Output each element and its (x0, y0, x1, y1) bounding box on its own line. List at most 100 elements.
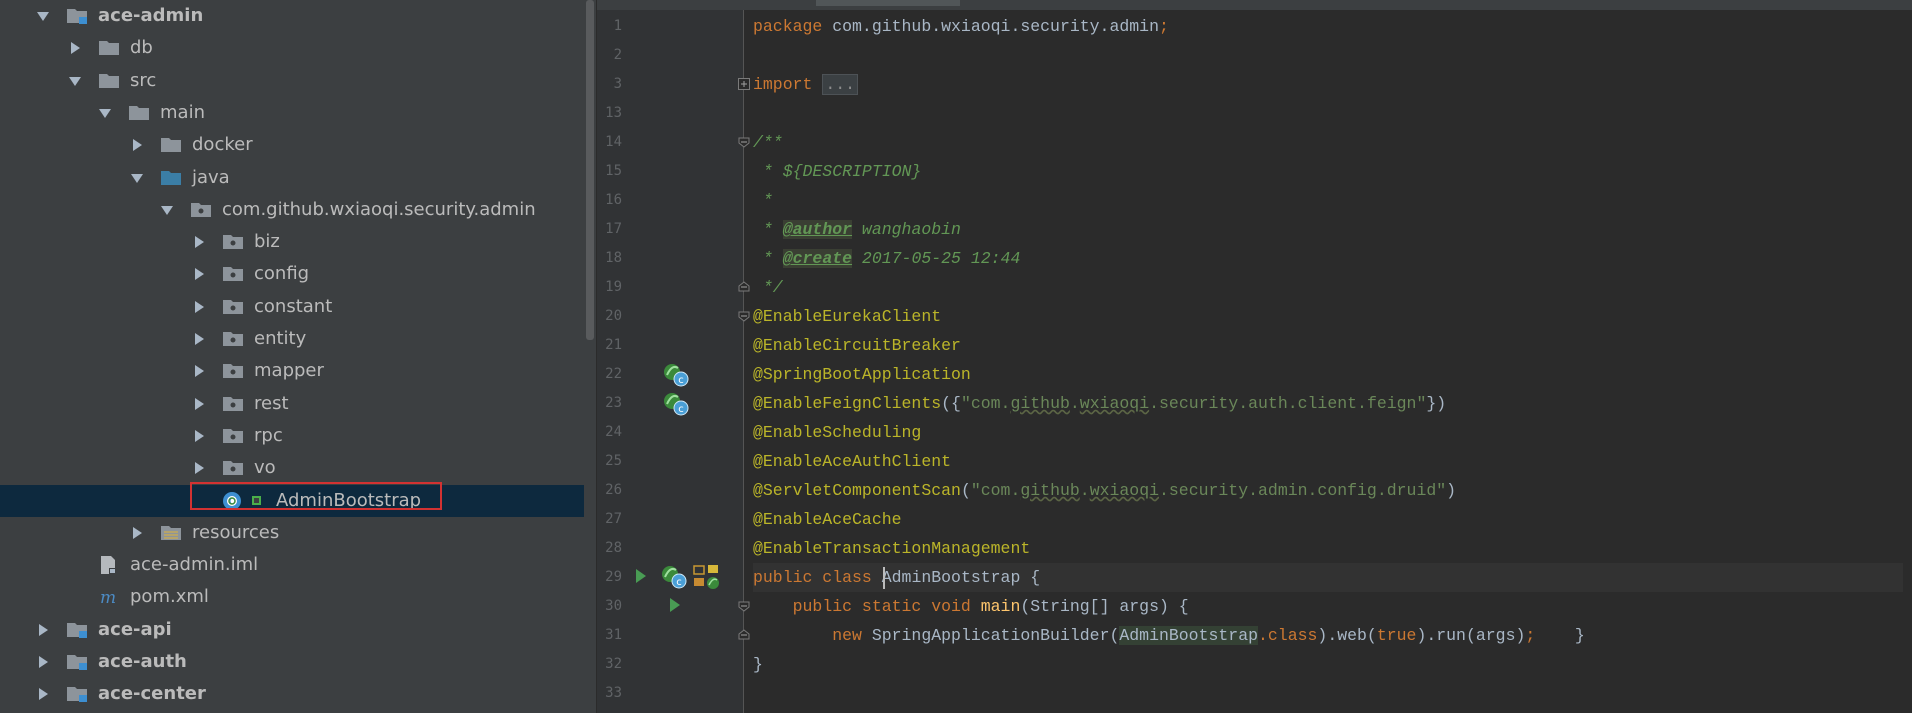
fold-expand-icon[interactable] (738, 78, 750, 90)
code-line-19[interactable]: */ (753, 273, 783, 302)
import-fold-placeholder[interactable]: ... (822, 74, 859, 95)
expand-arrow-right-icon[interactable] (192, 461, 206, 475)
code-line-23[interactable]: @EnableFeignClients({"com.github.wxiaoqi… (753, 389, 1446, 418)
expand-arrow-right-icon[interactable] (68, 41, 82, 55)
code-line-3[interactable]: import ... (753, 70, 859, 99)
tree-item-com-github-wxiaoqi-security-admin[interactable]: com.github.wxiaoqi.security.admin (0, 194, 584, 226)
tree-scrollbar-thumb[interactable] (586, 0, 594, 340)
code-line-21[interactable]: @EnableCircuitBreaker (753, 331, 961, 360)
fold-end-icon[interactable] (738, 281, 750, 293)
expand-arrow-down-icon[interactable] (36, 9, 50, 23)
expand-arrow-right-icon[interactable] (192, 267, 206, 281)
tree-item-main[interactable]: main (0, 97, 584, 129)
code-line-17[interactable]: * @author wanghaobin (753, 215, 961, 244)
semicolon: ; (1525, 626, 1536, 645)
tree-item-resources[interactable]: resources (0, 517, 584, 549)
expand-arrow-right-icon[interactable] (192, 364, 206, 378)
doc-comment-open: /** (753, 133, 783, 152)
tree-item-label: resources (192, 521, 280, 543)
tree-item-biz[interactable]: biz (0, 226, 584, 258)
line-number: 23 (605, 395, 622, 411)
expand-arrow-right-icon[interactable] (36, 655, 50, 669)
code-line-25[interactable]: @EnableAceAuthClient (753, 447, 951, 476)
line-number: 26 (605, 482, 622, 498)
code-line-32[interactable]: } (753, 650, 763, 679)
spring-bean-icon[interactable]: c (662, 362, 690, 388)
package-icon (222, 361, 246, 381)
code-line-26[interactable]: @ServletComponentScan("com.github.wxiaoq… (753, 476, 1456, 505)
fold-end-icon[interactable] (738, 629, 750, 641)
expand-arrow-right-icon[interactable] (130, 526, 144, 540)
expand-arrow-right-icon[interactable] (36, 687, 50, 701)
tree-item-label: ace-api (98, 618, 172, 640)
tree-scrollbar[interactable] (584, 0, 596, 713)
tree-item-ace-admin[interactable]: ace-admin (0, 0, 584, 32)
code-line-31[interactable]: new SpringApplicationBuilder(AdminBootst… (753, 621, 1585, 650)
annotation-enable-circuit-breaker: @EnableCircuitBreaker (753, 336, 961, 355)
code-line-24[interactable]: @EnableScheduling (753, 418, 921, 447)
string-part-typo: github (1020, 481, 1080, 500)
tree-item-ace-center[interactable]: ace-center (0, 678, 584, 710)
expand-arrow-right-icon[interactable] (192, 429, 206, 443)
tree-item-src[interactable]: src (0, 65, 584, 97)
tree-item-java[interactable]: java (0, 162, 584, 194)
code-line-28[interactable]: @EnableTransactionManagement (753, 534, 1030, 563)
code-line-29[interactable]: public class AdminBootstrap { (753, 563, 1903, 592)
tree-item-rpc[interactable]: rpc (0, 420, 584, 452)
tree-item-rest[interactable]: rest (0, 388, 584, 420)
tree-item-mapper[interactable]: mapper (0, 355, 584, 387)
line-number: 32 (605, 656, 622, 672)
tree-item-db[interactable]: db (0, 32, 584, 64)
code-line-15[interactable]: * ${DESCRIPTION} (753, 157, 921, 186)
line-number: 1 (613, 18, 622, 34)
svg-text:c: c (678, 404, 684, 415)
doc-author-value: wanghaobin (852, 220, 961, 239)
code-line-14[interactable]: /** (753, 128, 783, 157)
annotation-enable-scheduling: @EnableScheduling (753, 423, 922, 442)
highlight-box (190, 482, 442, 510)
expand-arrow-right-icon[interactable] (192, 300, 206, 314)
expand-arrow-right-icon[interactable] (192, 332, 206, 346)
project-tree: ace-admin db src main docker java com.github.w… (0, 0, 584, 713)
tree-item-ace-auth[interactable]: ace-auth (0, 646, 584, 678)
package-name: com.github.wxiaoqi.security.admin (822, 17, 1159, 36)
code-line-20[interactable]: @EnableEurekaClient (753, 302, 941, 331)
active-editor-tab[interactable] (816, 0, 960, 6)
tree-item-entity[interactable]: entity (0, 323, 584, 355)
code-line-16[interactable]: * (753, 186, 773, 215)
tree-item-constant[interactable]: constant (0, 291, 584, 323)
tree-item-pom-xml[interactable]: m pom.xml (0, 581, 584, 613)
fold-collapse-icon[interactable] (738, 136, 750, 148)
code-line-27[interactable]: @EnableAceCache (753, 505, 902, 534)
package-icon (222, 426, 246, 446)
expand-arrow-down-icon[interactable] (68, 74, 82, 88)
expand-arrow-down-icon[interactable] (130, 171, 144, 185)
expand-arrow-down-icon[interactable] (160, 203, 174, 217)
tree-item-ace-api[interactable]: ace-api (0, 614, 584, 646)
code-line-1[interactable]: package com.github.wxiaoqi.security.admi… (753, 12, 1169, 41)
expand-arrow-right-icon[interactable] (36, 623, 50, 637)
tree-item-vo[interactable]: vo (0, 452, 584, 484)
code-line-22[interactable]: @SpringBootApplication (753, 360, 971, 389)
run-icon[interactable] (634, 567, 648, 585)
spring-bean-icon[interactable]: c (660, 564, 688, 590)
tree-item-docker[interactable]: docker (0, 129, 584, 161)
expand-arrow-right-icon[interactable] (192, 397, 206, 411)
fold-collapse-icon[interactable] (738, 310, 750, 322)
expand-arrow-right-icon[interactable] (130, 138, 144, 152)
code-line-30[interactable]: public static void main(String[] args) { (753, 592, 1189, 621)
line-number: 13 (605, 105, 622, 121)
line-number: 18 (605, 250, 622, 266)
semicolon: ; (1158, 17, 1169, 36)
spring-bean-icon[interactable]: c (662, 391, 690, 417)
spring-context-icon[interactable] (692, 563, 722, 591)
run-main-icon[interactable] (668, 596, 682, 614)
annotation-enable-ace-auth-client: @EnableAceAuthClient (753, 452, 952, 471)
tree-item-config[interactable]: config (0, 258, 584, 290)
tree-item-ace-admin-iml[interactable]: ace-admin.iml (0, 549, 584, 581)
expand-arrow-right-icon[interactable] (192, 235, 206, 249)
doc-create-tag: @create (782, 249, 853, 268)
fold-collapse-icon[interactable] (738, 600, 750, 612)
expand-arrow-down-icon[interactable] (98, 106, 112, 120)
code-line-18[interactable]: * @create 2017-05-25 12:44 (753, 244, 1020, 273)
